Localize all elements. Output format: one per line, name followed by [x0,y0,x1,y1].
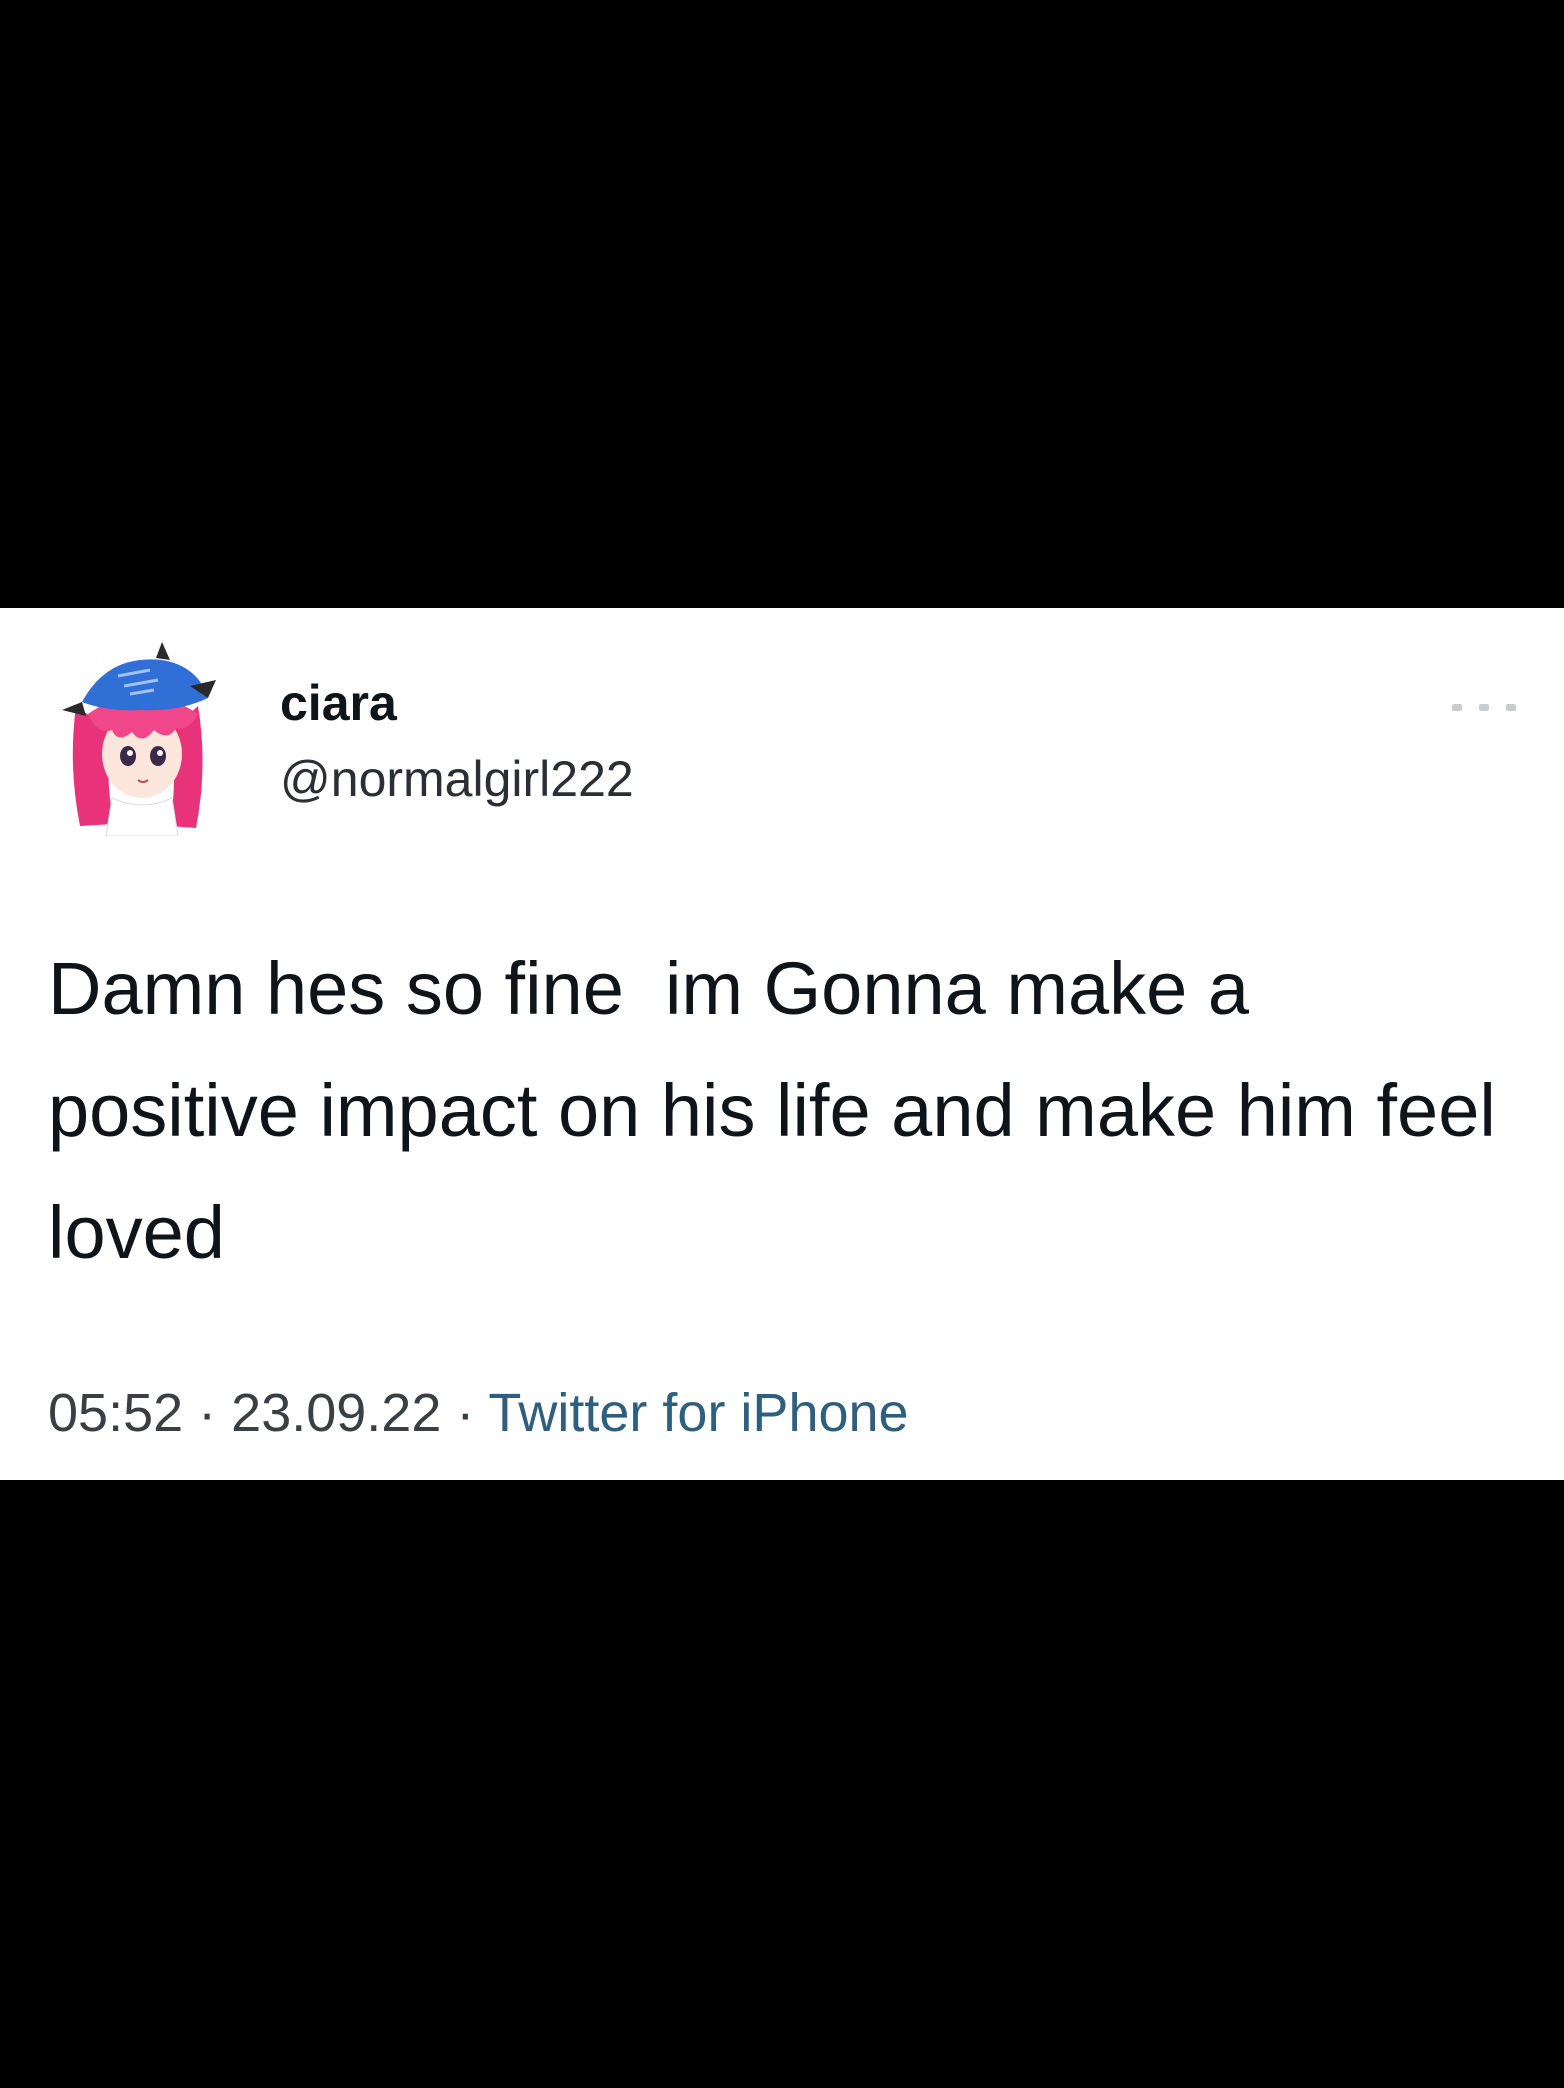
separator-glyph: · [456,1383,475,1443]
display-name[interactable]: ciara [280,678,397,728]
tweet-source-link[interactable]: Twitter for iPhone [488,1383,908,1443]
more-dot [1479,703,1489,711]
more-dot [1506,703,1516,711]
screenshot-frame: ciara @normalgirl222 Damn hes so fine im… [0,0,1564,2088]
separator-glyph: · [198,1383,217,1443]
tweet-date[interactable]: 23.09.22 [231,1383,441,1443]
separator-dot: · [456,1383,488,1443]
anime-girl-avatar-icon [62,642,216,837]
separator-dot: · [198,1383,231,1443]
bottom-letterbox-bar [0,1480,1564,2088]
tweet-metadata: 05:52 · 23.09.22 · Twitter for iPhone [48,1386,909,1440]
tweet-time[interactable]: 05:52 [48,1383,183,1443]
more-options-icon[interactable] [1452,700,1516,714]
user-handle[interactable]: @normalgirl222 [280,754,634,804]
tweet-text: Damn hes so fine im Gonna make a positiv… [48,947,1517,1274]
tweet-card: ciara @normalgirl222 Damn hes so fine im… [0,608,1564,1480]
avatar[interactable] [58,636,218,837]
more-dot [1452,703,1462,711]
top-letterbox-bar [0,0,1564,608]
